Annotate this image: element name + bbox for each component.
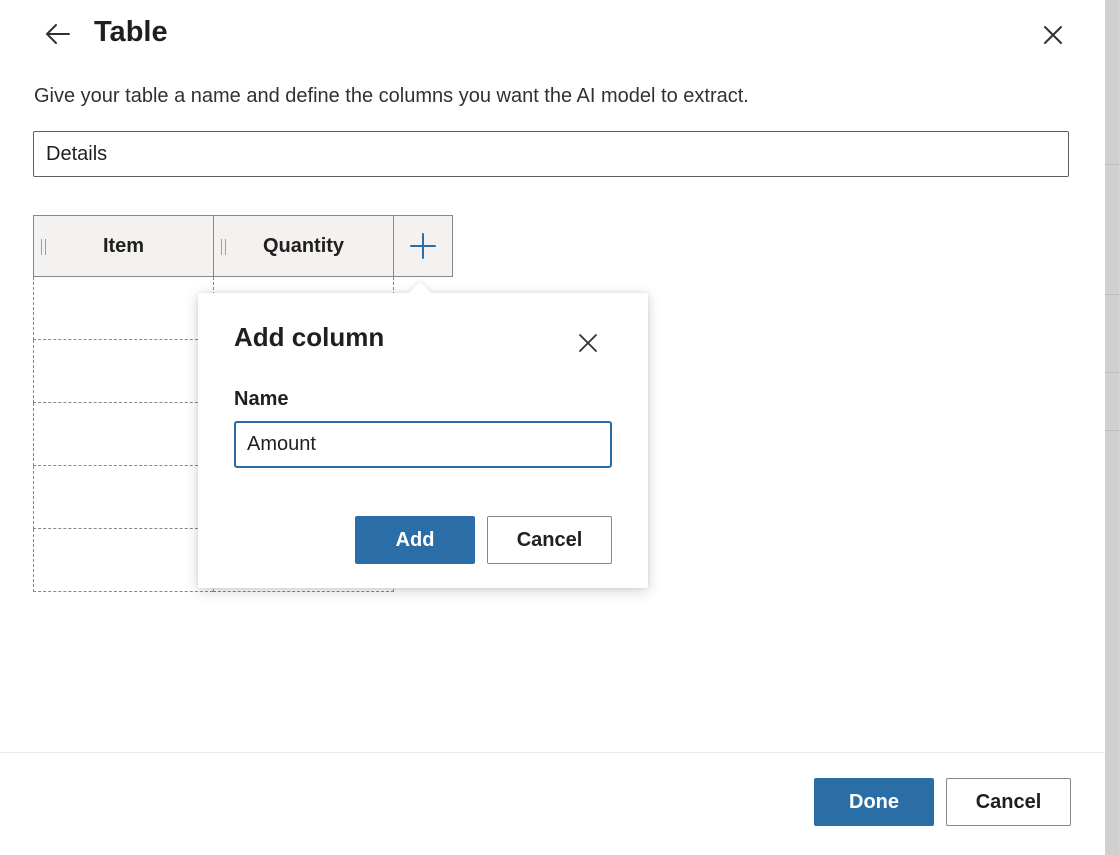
drag-handle-icon[interactable] — [41, 239, 46, 255]
close-icon — [579, 334, 597, 352]
table-editor-panel: Table Give your table a name and define … — [0, 0, 1105, 855]
column-header-item[interactable]: Item — [33, 215, 214, 277]
back-button[interactable] — [38, 16, 76, 52]
footer-cancel-button[interactable]: Cancel — [946, 778, 1071, 826]
description-text: Give your table a name and define the co… — [34, 85, 749, 107]
add-button[interactable]: Add — [355, 516, 475, 564]
table-name-input[interactable] — [33, 131, 1069, 177]
arrow-left-icon — [46, 24, 70, 44]
plus-icon — [410, 233, 436, 259]
page-title: Table — [94, 16, 168, 48]
close-icon — [1044, 26, 1062, 44]
table-cell — [33, 466, 213, 529]
table-cell — [33, 340, 213, 403]
table-cell — [33, 277, 213, 340]
column-name-input[interactable] — [234, 421, 612, 468]
column-name-label: Name — [234, 388, 289, 410]
drag-handle-icon[interactable] — [221, 239, 226, 255]
callout-title: Add column — [234, 322, 385, 352]
callout-cancel-button[interactable]: Cancel — [487, 516, 612, 564]
callout-beak — [408, 281, 432, 305]
column-header-quantity[interactable]: Quantity — [213, 215, 394, 277]
background-page-edge — [1105, 0, 1119, 855]
add-column-callout: Add column Name Add Cancel — [198, 281, 648, 588]
table-cell — [33, 529, 213, 592]
done-button[interactable]: Done — [814, 778, 934, 826]
table-cell — [33, 403, 213, 466]
column-header-label: Quantity — [262, 234, 345, 257]
add-column-button[interactable] — [393, 215, 453, 277]
footer-divider — [0, 752, 1105, 753]
close-button[interactable] — [1036, 18, 1070, 52]
column-header-label: Item — [102, 234, 145, 257]
callout-close-button[interactable] — [570, 325, 606, 361]
